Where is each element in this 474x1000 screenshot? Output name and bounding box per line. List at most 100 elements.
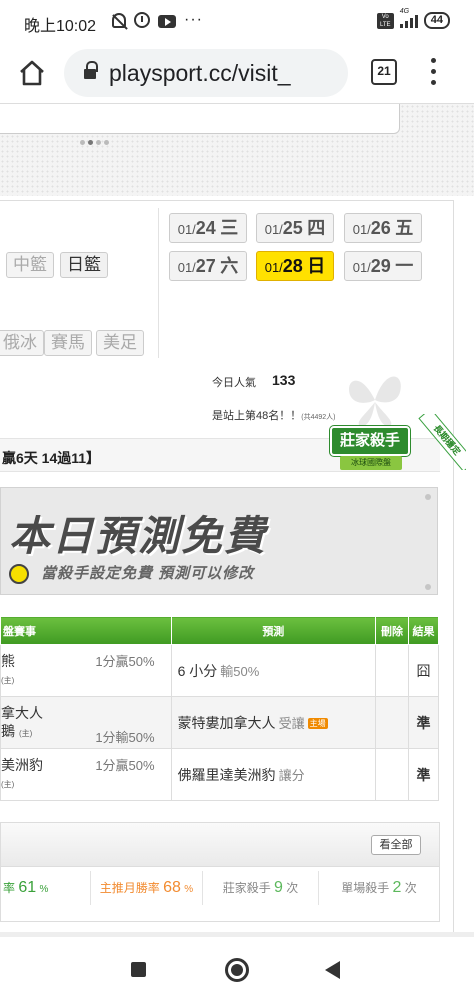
event-name: 美洲豹	[1, 757, 43, 773]
event-name: 拿大人	[1, 705, 43, 721]
status-time: 晚上10:02	[24, 18, 97, 35]
prediction-table: 盤賽事 預測 刪除 結果 熊 (主) 1分贏50% 6 小分 輸50% 囧 拿大…	[0, 616, 439, 801]
ball-icon	[3, 560, 29, 584]
delete-cell	[375, 748, 410, 801]
event-name-line2: 鵝 (主)	[1, 723, 33, 739]
free-banner-title: 本日預測免費	[9, 512, 267, 560]
web-page: ▔▔▔▔▔▔▔▔▔▔▔▔▔ 中籃 日籃 俄冰 賽馬 美足 01/24 三 01/…	[0, 104, 474, 936]
date-button-selected[interactable]: 01/28 日	[256, 251, 334, 281]
date-button[interactable]: 01/24 三	[169, 213, 247, 243]
status-system-icons: Vo LTE 4G 44	[376, 8, 450, 29]
mute-bell-icon	[112, 12, 126, 28]
prediction-cell: 蒙特婁加拿大人 受讓 主場	[170, 696, 377, 749]
stat-win-rate: 率 61 %	[1, 871, 91, 905]
more-notifications-icon: ···	[184, 11, 203, 28]
address-bar[interactable]: playsport.cc/visit_	[64, 49, 348, 97]
free-banner-subtitle: 當殺手設定免費 預測可以修改	[41, 565, 255, 582]
table-row: 熊 (主) 1分贏50% 6 小分 輸50% 囧	[0, 644, 439, 697]
badge-subtitle: 冰球國際盤	[340, 456, 402, 470]
butterfly-logo-icon	[349, 376, 401, 427]
sport-button-khl[interactable]: 俄冰	[0, 330, 44, 356]
date-button[interactable]: 01/27 六	[169, 251, 247, 281]
top-banner-area: ▔▔▔▔▔▔▔▔▔▔▔▔▔	[0, 104, 474, 196]
stat-banker-killer: 莊家殺手 9 次	[203, 871, 319, 905]
android-nav-bar	[0, 936, 474, 1000]
date-button[interactable]: 01/26 五	[344, 213, 422, 243]
sport-button-nfl[interactable]: 美足	[96, 330, 144, 356]
delete-cell	[375, 696, 410, 749]
col-header-event: 盤賽事	[0, 616, 172, 645]
host-marker: (主)	[1, 676, 15, 685]
recent-apps-icon[interactable]	[131, 962, 146, 977]
date-button[interactable]: 01/29 一	[344, 251, 422, 281]
ribbon-text: 長期穩定	[418, 414, 466, 470]
corner-dot	[425, 584, 431, 590]
host-tag: 主場	[307, 717, 328, 729]
table-row: 美洲豹 (主) 1分贏50% 佛羅里達美洲豹 讓分 準	[0, 748, 439, 801]
prediction-cell: 6 小分 輸50%	[170, 644, 377, 697]
result-cell: 準	[408, 696, 439, 749]
date-button[interactable]: 01/25 四	[256, 213, 334, 243]
back-icon[interactable]	[325, 961, 340, 979]
free-prediction-banner: 本日預測免費 當殺手設定免費 預測可以修改	[0, 487, 438, 595]
stat-monthly-win-rate: 主推月勝率 68 %	[91, 871, 203, 905]
browser-toolbar: playsport.cc/visit_ 21	[0, 42, 474, 104]
table-row: 拿大人 鵝 (主) 1分輸50% 蒙特婁加拿大人 受讓 主場 準	[0, 696, 439, 749]
event-odds: 1分贏50%	[95, 758, 155, 773]
browser-menu-icon[interactable]	[431, 58, 437, 88]
event-cell: 熊 (主) 1分贏50%	[0, 644, 172, 697]
stable-ribbon: 長期穩定	[410, 414, 466, 470]
popularity-label: 今日人氣	[212, 377, 256, 389]
divider	[158, 208, 159, 358]
result-cell: 囧	[408, 644, 439, 697]
killer-badge: 莊家殺手 冰球國際盤	[330, 426, 410, 478]
stats-header: 看全部	[1, 823, 439, 867]
stats-box: 看全部 率 61 % 主推月勝率 68 % 莊家殺手 9 次 單場殺手 2 次	[0, 822, 440, 922]
col-header-result: 結果	[408, 616, 439, 645]
host-marker: (主)	[1, 780, 15, 789]
network-type: 4G	[399, 8, 410, 15]
popularity-value: 133	[272, 372, 296, 388]
status-bar: 晚上10:02 ··· Vo LTE 4G 44	[0, 0, 474, 42]
banner-card[interactable]: ▔▔▔▔▔▔▔▔▔▔▔▔▔	[0, 104, 400, 134]
signal-icon: 4G	[399, 8, 418, 28]
youtube-icon	[158, 14, 176, 28]
tab-switcher-button[interactable]: 21	[371, 59, 397, 85]
sport-button-jpbasketball[interactable]: 日籃	[60, 252, 108, 278]
event-odds: 1分輸50%	[95, 730, 155, 745]
badge-title: 莊家殺手	[330, 426, 410, 456]
prediction-text: 6 小分	[177, 662, 218, 679]
rank-total: (共4492人)	[301, 414, 336, 421]
carousel-dots[interactable]	[80, 140, 109, 145]
sport-button-horse[interactable]: 賽馬	[44, 330, 92, 356]
result-cell: 準	[408, 748, 439, 801]
status-notification-icons: ···	[112, 11, 203, 29]
event-odds: 1分贏50%	[95, 654, 155, 669]
delete-cell	[375, 644, 410, 697]
prediction-extra: 讓分	[278, 767, 305, 783]
prediction-text: 佛羅里達美洲豹	[177, 766, 276, 783]
event-cell: 拿大人 鵝 (主) 1分輸50%	[0, 696, 172, 749]
prediction-extra: 受讓	[278, 715, 305, 731]
event-name: 熊	[1, 653, 15, 669]
prediction-text: 蒙特婁加拿大人	[177, 714, 276, 731]
col-header-prediction: 預測	[170, 616, 377, 645]
url-text[interactable]: playsport.cc/visit_	[109, 60, 291, 87]
stat-single-killer: 單場殺手 2 次	[341, 879, 417, 896]
col-header-delete: 刪除	[375, 616, 410, 645]
sport-button-cba[interactable]: 中籃	[6, 252, 54, 278]
event-cell: 美洲豹 (主) 1分贏50%	[0, 748, 172, 801]
battery-icon: 44	[423, 12, 450, 29]
see-all-button[interactable]: 看全部	[371, 835, 421, 855]
home-icon[interactable]	[18, 60, 46, 86]
rank-text: 是站上第48名！！(共4492人)	[212, 410, 336, 422]
prediction-extra: 輸50%	[220, 663, 260, 679]
lock-icon	[84, 61, 98, 80]
alarm-icon	[134, 12, 150, 28]
home-circle-icon[interactable]	[225, 958, 249, 982]
corner-dot	[425, 494, 431, 500]
record-text: 贏6天 14過11】	[2, 450, 101, 466]
volte-icon: Vo LTE	[376, 12, 394, 29]
prediction-cell: 佛羅里達美洲豹 讓分	[170, 748, 377, 801]
banner-text-cut: ▔▔▔▔▔▔▔▔▔▔▔▔▔	[0, 104, 271, 105]
